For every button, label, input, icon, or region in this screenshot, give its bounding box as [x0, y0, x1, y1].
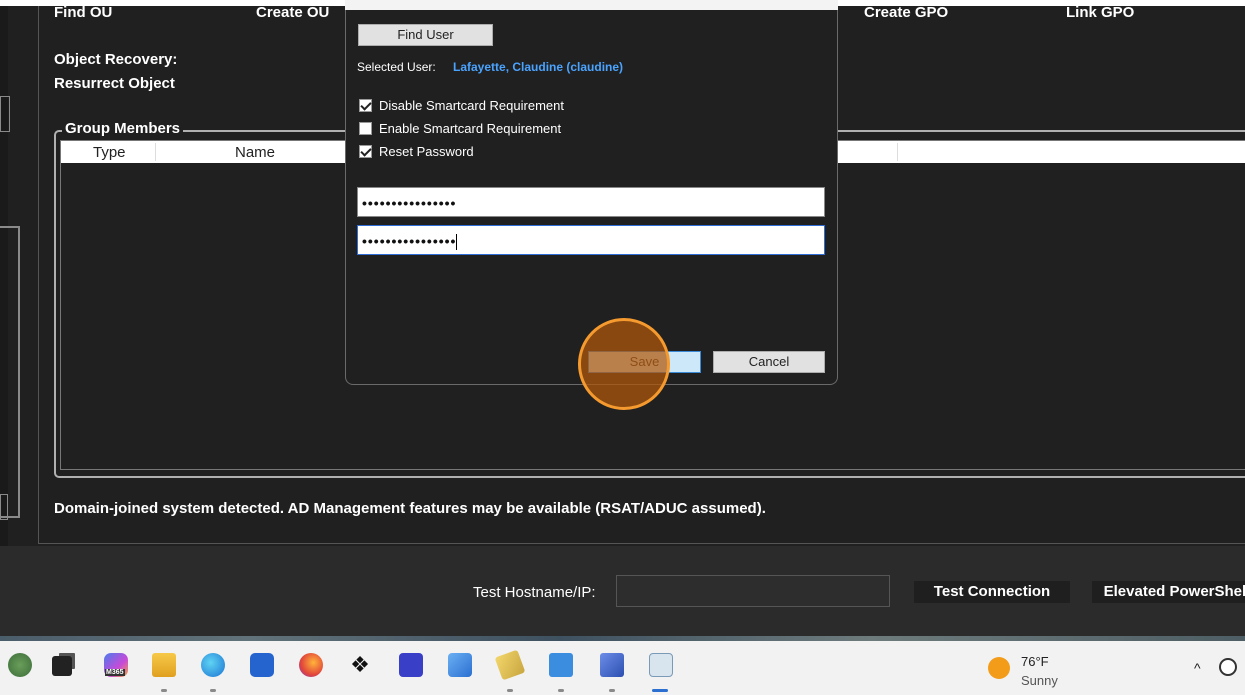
enable-smartcard-label: Enable Smartcard Requirement	[379, 120, 562, 136]
selected-user-label: Selected User:	[357, 60, 436, 74]
running-indicator	[558, 689, 564, 692]
left-edge-panel	[0, 226, 20, 518]
admin-tool-icon[interactable]	[600, 653, 624, 677]
left-edge-box-top	[0, 96, 10, 132]
firefox-icon[interactable]	[299, 653, 323, 677]
m365-icon[interactable]: M365	[104, 653, 128, 677]
chevron-up-icon[interactable]: ^	[1194, 660, 1201, 676]
selected-user-value: Lafayette, Claudine (claudine)	[453, 60, 624, 74]
disable-smartcard-checkbox[interactable]: Disable Smartcard Requirement	[359, 97, 564, 113]
checkbox-checked-icon[interactable]	[359, 144, 372, 158]
m365-badge-text: M365	[105, 669, 125, 676]
text-caret	[456, 234, 458, 251]
reset-password-label: Reset Password	[379, 143, 474, 159]
cancel-button[interactable]: Cancel	[713, 351, 825, 373]
active-app-indicator	[652, 689, 668, 692]
find-user-button[interactable]: Find User	[358, 24, 493, 46]
running-indicator	[609, 689, 615, 692]
object-recovery-label: Object Recovery:	[54, 51, 178, 68]
column-header-type[interactable]: Type	[93, 144, 126, 161]
taskbar: M365 ❖	[0, 641, 1245, 695]
running-indicator	[507, 689, 513, 692]
windows-start-icon[interactable]	[8, 653, 32, 677]
network-icon[interactable]	[448, 653, 472, 677]
dialog-top-edge	[345, 0, 838, 10]
dropbox-icon[interactable]: ❖	[348, 653, 372, 677]
test-hostname-input[interactable]	[616, 575, 890, 607]
store-icon[interactable]	[250, 653, 274, 677]
column-header-name[interactable]: Name	[235, 144, 275, 161]
test-hostname-label: Test Hostname/IP:	[473, 584, 596, 601]
find-ou-link[interactable]: Find OU	[54, 6, 112, 21]
checkbox-checked-icon[interactable]	[359, 98, 372, 112]
checkbox-unchecked-icon[interactable]	[359, 121, 372, 135]
save-button[interactable]: Save	[588, 351, 701, 373]
test-connection-button[interactable]: Test Connection	[914, 581, 1070, 603]
weather-temperature[interactable]: 76°F	[1021, 654, 1049, 669]
terminal-icon[interactable]	[649, 653, 673, 677]
column-separator	[897, 143, 898, 161]
status-text: Domain-joined system detected. AD Manage…	[54, 500, 766, 517]
tray-app-icon[interactable]	[1219, 658, 1237, 676]
reset-password-checkbox[interactable]: Reset Password	[359, 143, 474, 159]
resurrect-object-link[interactable]: Resurrect Object	[54, 75, 175, 92]
new-password-field[interactable]: ••••••••••••••••	[357, 187, 825, 217]
remote-desktop-icon[interactable]	[399, 653, 423, 677]
file-explorer-icon[interactable]	[152, 653, 176, 677]
confirm-password-value: ••••••••••••••••	[362, 233, 457, 249]
weather-condition[interactable]: Sunny	[1021, 673, 1058, 688]
new-password-value: ••••••••••••••••	[362, 195, 457, 211]
notes-icon[interactable]	[494, 649, 526, 681]
confirm-password-field[interactable]: ••••••••••••••••	[357, 225, 825, 255]
running-indicator	[161, 689, 167, 692]
create-gpo-link[interactable]: Create GPO	[864, 6, 948, 21]
notepad-icon[interactable]	[549, 653, 573, 677]
left-edge-box-bottom	[0, 494, 8, 520]
disable-smartcard-label: Disable Smartcard Requirement	[379, 97, 564, 113]
edge-icon[interactable]	[201, 653, 225, 677]
running-indicator	[210, 689, 216, 692]
elevated-powershell-button[interactable]: Elevated PowerShell	[1092, 581, 1245, 603]
create-ou-link[interactable]: Create OU	[256, 6, 329, 21]
enable-smartcard-checkbox[interactable]: Enable Smartcard Requirement	[359, 120, 561, 136]
task-view-icon[interactable]	[52, 656, 72, 676]
link-gpo-link[interactable]: Link GPO	[1066, 6, 1134, 21]
column-separator	[155, 143, 156, 161]
group-members-legend: Group Members	[62, 120, 184, 137]
sun-icon[interactable]	[988, 657, 1010, 679]
